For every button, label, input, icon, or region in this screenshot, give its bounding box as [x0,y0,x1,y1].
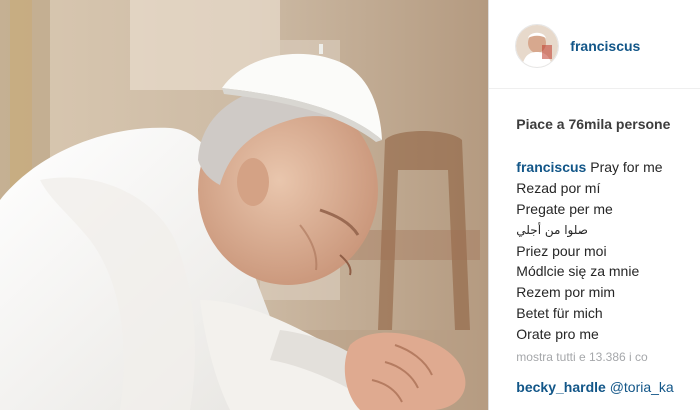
caption-line: Betet für mich [516,305,603,322]
author-username[interactable]: franciscus [570,38,640,54]
post-caption: franciscus Pray for me Rezad por mí Preg… [516,157,662,345]
caption-text: Pray for me [590,159,663,175]
pope-praying-photo [0,0,489,410]
caption-line: franciscus Pray for me [516,157,662,178]
caption-line: Orate pro me [516,326,599,343]
post-photo[interactable] [0,0,490,410]
caption-username[interactable]: franciscus [516,159,586,175]
instagram-post: franciscus Piace a 76mila persone franci… [0,0,700,410]
comment-row: becky_hardle @toria_ka [516,379,673,395]
comment-mention[interactable]: @toria_ka [610,379,674,395]
caption-line: Rezad por mí [516,179,601,196]
show-all-comments-link[interactable]: mostra tutti e 13.386 i co [516,350,647,364]
caption-line: Módlcie się za mnie [516,263,640,280]
caption-line: Priez pour moi [516,242,607,259]
caption-line: Rezem por mim [516,284,616,301]
post-header: franciscus [489,0,700,89]
post-side-panel: franciscus Piace a 76mila persone franci… [489,0,700,410]
caption-line-arabic: صلوا من أجلي [516,222,588,237]
author-avatar[interactable] [515,24,560,68]
avatar-pope-icon [516,25,559,67]
comment-username[interactable]: becky_hardle [516,379,606,395]
likes-count[interactable]: Piace a 76mila persone [516,116,670,132]
caption-line: Pregate per me [516,200,613,217]
